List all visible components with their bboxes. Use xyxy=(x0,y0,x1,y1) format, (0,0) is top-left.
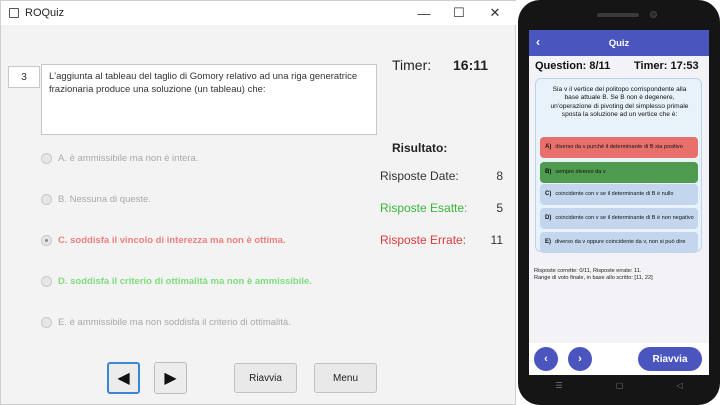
option-text: sempre diverso da v xyxy=(555,169,606,176)
mobile-option-c[interactable]: C) coincidente con v se il determinante … xyxy=(540,184,698,205)
mobile-timer: Timer: 17:53 xyxy=(634,60,699,72)
question-number-field[interactable]: 3 xyxy=(8,66,40,88)
mobile-option-b[interactable]: B) sempre diverso da v xyxy=(540,162,698,183)
option-label: D. soddisfa il criterio di ottimalità ma… xyxy=(58,275,312,287)
mobile-previous-button[interactable]: ‹ xyxy=(534,347,558,371)
wrong-answers-value: 11 xyxy=(490,233,503,247)
option-e[interactable]: E. è ammissibile ma non soddisfa il crit… xyxy=(41,314,291,330)
option-text: coincidente con v se il determinante di … xyxy=(555,191,674,198)
radio-button[interactable] xyxy=(41,193,52,205)
option-label: E. è ammissibile ma non soddisfa il crit… xyxy=(58,316,291,328)
app-bar-title: Quiz xyxy=(608,37,630,49)
radio-button[interactable] xyxy=(41,316,52,328)
option-text: diverso da v purchè il determinante di B… xyxy=(555,144,683,151)
title-bar[interactable]: ROQuiz — ☐ ✕ xyxy=(1,1,517,25)
result-title: Risultato: xyxy=(392,141,448,155)
option-label: A. è ammissibile ma non è intera. xyxy=(58,152,199,164)
mobile-question-text: Sia v il vertice del politopo corrispond… xyxy=(550,86,689,118)
close-button[interactable]: ✕ xyxy=(477,1,513,25)
back-icon[interactable]: ◁ xyxy=(676,381,682,390)
wrong-answers-label: Risposte Errate: xyxy=(380,233,467,247)
radio-button[interactable] xyxy=(41,152,52,164)
question-counter: Question: 8/11 xyxy=(535,60,611,72)
question-card: Sia v il vertice del politopo corrispond… xyxy=(535,78,702,253)
radio-button[interactable] xyxy=(41,234,52,246)
option-a[interactable]: A. è ammissibile ma non è intera. xyxy=(41,150,198,166)
option-c[interactable]: C. soddisfa il vincolo di interezza ma n… xyxy=(41,232,286,248)
maximize-button[interactable]: ☐ xyxy=(441,1,477,25)
restart-button[interactable]: Riavvia xyxy=(234,363,297,393)
option-label: B. Nessuna di queste. xyxy=(58,193,151,205)
option-letter: D) xyxy=(545,215,552,222)
minimize-button[interactable]: — xyxy=(406,1,442,25)
phone-speaker xyxy=(597,13,639,17)
camera-icon xyxy=(650,11,657,18)
mobile-screen: ‹ Quiz Question: 8/11 Timer: 17:53 Sia v… xyxy=(529,30,709,375)
previous-button[interactable]: ◀ xyxy=(107,362,140,394)
menu-button[interactable]: Menu xyxy=(314,363,377,393)
option-letter: A) xyxy=(545,144,552,151)
triangle-left-icon: ◀ xyxy=(117,370,130,387)
option-b[interactable]: B. Nessuna di queste. xyxy=(41,191,151,207)
triangle-right-icon: ▶ xyxy=(164,370,177,387)
android-nav-bar: ☰ ▢ ◁ xyxy=(529,375,709,395)
quiz-window: ROQuiz — ☐ ✕ 3 L'aggiunta al tableau del… xyxy=(0,0,517,405)
results-summary: Risposte corrette: 0/11, Risposte errate… xyxy=(534,268,706,282)
app-bar: ‹ Quiz xyxy=(529,30,709,56)
mobile-option-e[interactable]: E) diverso da v oppure coincidente da v,… xyxy=(540,232,698,253)
mobile-next-button[interactable]: › xyxy=(568,347,592,371)
summary-line-1: Risposte corrette: 0/11, Risposte errate… xyxy=(534,268,642,274)
given-answers-value: 8 xyxy=(496,169,503,183)
timer-value: 16:11 xyxy=(453,57,489,73)
window-title: ROQuiz xyxy=(25,7,65,19)
chevron-left-icon: ‹ xyxy=(544,353,548,365)
given-answers-label: Risposte Date: xyxy=(380,169,459,183)
timer-label: Timer: xyxy=(392,57,432,73)
mobile-restart-button[interactable]: Riavvia xyxy=(638,347,702,371)
question-text-area[interactable]: L'aggiunta al tableau del taglio di Gomo… xyxy=(41,64,377,135)
correct-answers-label: Risposte Esatte: xyxy=(380,201,468,215)
option-letter: C) xyxy=(545,191,552,198)
option-d[interactable]: D. soddisfa il criterio di ottimalità ma… xyxy=(41,273,312,289)
option-letter: B) xyxy=(545,169,552,176)
chevron-right-icon: › xyxy=(578,353,582,365)
app-icon xyxy=(9,8,19,18)
mobile-option-a[interactable]: A) diverso da v purchè il determinante d… xyxy=(540,137,698,158)
next-button[interactable]: ▶ xyxy=(154,362,187,394)
back-arrow-icon[interactable]: ‹ xyxy=(536,35,540,49)
home-icon[interactable]: ▢ xyxy=(616,381,624,390)
summary-line-2: Range di voto finale, in base allo scrit… xyxy=(534,275,653,281)
correct-answers-value: 5 xyxy=(496,201,503,215)
option-label: C. soddisfa il vincolo di interezza ma n… xyxy=(58,234,286,246)
recents-icon[interactable]: ☰ xyxy=(556,381,563,390)
option-letter: E) xyxy=(545,239,551,246)
option-text: coincidente con v se il determinante di … xyxy=(555,215,694,222)
option-text: diverso da v oppure coincidente da v, no… xyxy=(555,239,686,246)
radio-button[interactable] xyxy=(41,275,52,287)
mobile-option-d[interactable]: D) coincidente con v se il determinante … xyxy=(540,208,698,229)
